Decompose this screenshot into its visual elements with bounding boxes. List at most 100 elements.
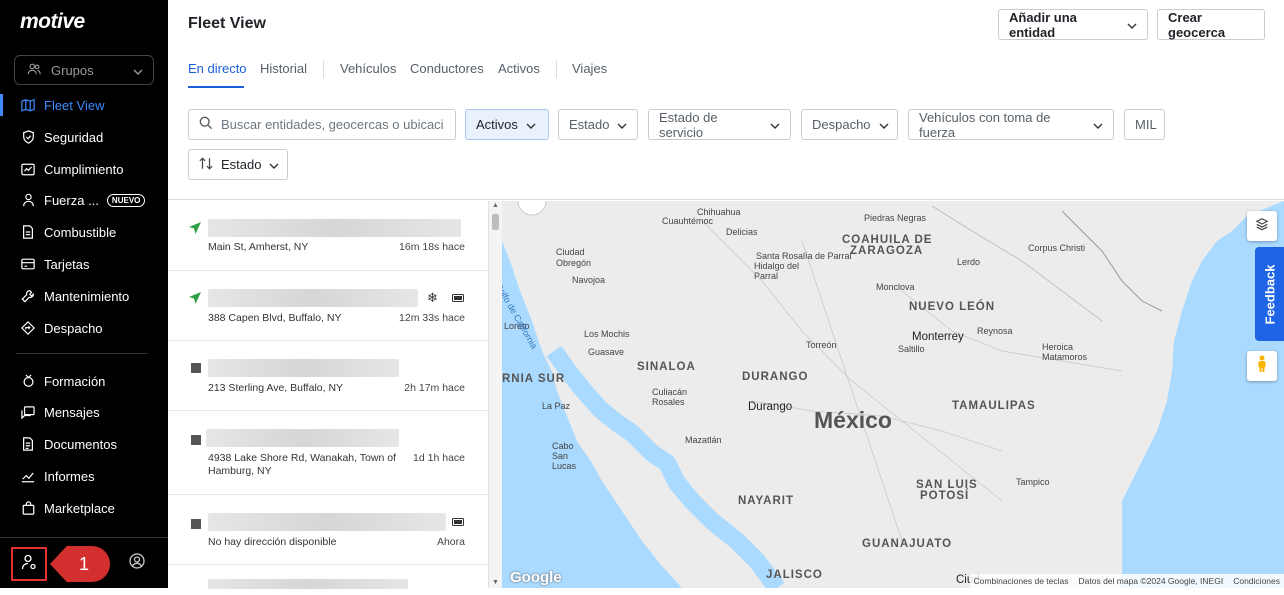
user-settings-icon xyxy=(21,554,37,575)
map-city-label: Lerdo xyxy=(957,257,981,267)
chevron-down-icon xyxy=(1093,117,1103,132)
list-item-address: 388 Capen Blvd, Buffalo, NY xyxy=(208,312,342,324)
chevron-down-icon xyxy=(879,117,889,132)
file-icon xyxy=(20,436,36,452)
map-country-label: México xyxy=(814,407,892,433)
chevron-down-icon xyxy=(770,117,780,132)
tab-activos[interactable]: Activos xyxy=(498,61,540,76)
filter-estado[interactable]: Estado xyxy=(558,109,638,140)
map-layers-button[interactable] xyxy=(1247,211,1277,241)
feedback-button[interactable]: Feedback xyxy=(1255,247,1284,341)
new-badge: NUEVO xyxy=(106,193,146,207)
active-tab-indicator xyxy=(188,86,244,88)
sidebar-item-informes[interactable]: Informes xyxy=(0,461,168,491)
sidebar-item-label: Seguridad xyxy=(44,129,104,145)
map-state-label: RNIA SUR xyxy=(502,373,566,385)
map-city-label: Reynosa xyxy=(977,326,1013,336)
sidebar-item-label: Despacho xyxy=(44,320,103,336)
search-input[interactable]: Buscar entidades, geocercas o ubicaci... xyxy=(188,109,456,140)
tab-en-directo[interactable]: En directo xyxy=(188,61,247,76)
map-city-label: Navojoa xyxy=(572,275,606,285)
filter-mil[interactable]: MIL xyxy=(1124,109,1165,140)
sidebar-item-fleet-view[interactable]: Fleet View xyxy=(0,90,168,120)
list-item-address: 213 Sterling Ave, Buffalo, NY xyxy=(208,382,344,394)
list-item[interactable]: 213 Sterling Ave, Buffalo, NY 2h 17m hac… xyxy=(168,341,488,411)
filter-label: Estado de servicio xyxy=(659,109,718,140)
scroll-up-icon[interactable]: ▲ xyxy=(492,202,499,209)
sort-icon xyxy=(199,156,213,173)
scrollbar-thumb[interactable] xyxy=(492,214,499,230)
battery-icon xyxy=(452,518,464,526)
map-city-label: Santa Rosalía de Parral xyxy=(756,251,852,261)
tab-vehiculos[interactable]: Vehículos xyxy=(340,61,396,76)
sidebar-item-marketplace[interactable]: Marketplace xyxy=(0,493,168,523)
list-item[interactable]: ❄ 388 Capen Blvd, Buffalo, NY 12m 33s ha… xyxy=(168,271,488,341)
page-title: Fleet View xyxy=(188,15,266,32)
sidebar-item-fuerza[interactable]: Fuerza ... NUEVO xyxy=(0,185,168,215)
sidebar-item-mensajes[interactable]: Mensajes xyxy=(0,397,168,427)
list-item-time: Ahora xyxy=(436,536,465,548)
account-icon[interactable] xyxy=(129,553,149,573)
scroll-down-icon[interactable]: ▼ xyxy=(492,579,499,586)
filter-toma-fuerza[interactable]: Vehículos con toma de fuerza xyxy=(908,109,1114,140)
map-city-label: Cuauhtémoc xyxy=(662,216,714,226)
sidebar-item-tarjetas[interactable]: Tarjetas xyxy=(0,249,168,279)
keyboard-shortcuts-link[interactable]: Combinaciones de teclas xyxy=(974,576,1069,586)
add-entity-button[interactable]: Añadir una entidad xyxy=(998,9,1148,40)
sidebar-item-documentos[interactable]: Documentos xyxy=(0,429,168,459)
create-geofence-button[interactable]: Crear geocerca xyxy=(1157,9,1265,40)
list-item[interactable]: 4938 Lake Shore Rd, Wanakah, Town of Ham… xyxy=(168,411,488,495)
motive-logo[interactable]: motive xyxy=(20,10,85,34)
tab-conductores[interactable]: Conductores xyxy=(410,61,484,76)
map-city-label: Cabo San Lucas xyxy=(552,441,577,471)
layers-icon xyxy=(1255,217,1269,236)
stopped-status-icon xyxy=(191,435,201,445)
chevron-down-icon xyxy=(269,157,279,172)
sort-label: Estado xyxy=(221,157,262,172)
map-city-label: Torreón xyxy=(806,340,837,350)
street-view-button[interactable] xyxy=(1247,351,1277,381)
sidebar-item-label: Documentos xyxy=(44,436,117,452)
moving-arrow-icon xyxy=(189,292,201,304)
sidebar-item-mantenimiento[interactable]: Mantenimiento xyxy=(0,281,168,311)
map-state-label: GUANAJUATO xyxy=(862,538,953,550)
filter-estado-servicio[interactable]: Estado de servicio xyxy=(648,109,791,140)
vehicle-name-redacted xyxy=(208,359,399,377)
groups-dropdown[interactable]: Grupos xyxy=(14,55,154,85)
sidebar: motive Grupos Fleet View Seguridad Cumpl… xyxy=(0,0,168,588)
card-icon xyxy=(20,256,36,272)
map-city-label: Culiacán Rosales xyxy=(652,387,688,407)
list-item[interactable]: No hay dirección disponible Ahora xyxy=(168,495,488,565)
sidebar-item-despacho[interactable]: Despacho xyxy=(0,313,168,343)
sidebar-item-formacion[interactable]: Formación xyxy=(0,366,168,396)
filter-despacho[interactable]: Despacho xyxy=(801,109,898,140)
map-city-label: Piedras Negras xyxy=(864,213,927,223)
filter-label: Estado xyxy=(569,117,610,132)
terms-link[interactable]: Condiciones xyxy=(1233,576,1280,586)
sidebar-item-label: Marketplace xyxy=(44,500,115,516)
sort-estado[interactable]: Estado xyxy=(188,149,288,180)
sidebar-item-combustible[interactable]: Combustible xyxy=(0,217,168,247)
list-scrollbar[interactable]: ▲ ▼ xyxy=(488,201,502,588)
sidebar-item-label: Fuerza ... xyxy=(44,192,99,208)
list-item[interactable]: Main St, Amherst, NY 16m 18s hace xyxy=(168,201,488,271)
map-city-label: La Paz xyxy=(542,401,571,411)
tab-historial[interactable]: Historial xyxy=(260,61,307,76)
sidebar-item-label: Mantenimiento xyxy=(44,288,130,304)
groups-label: Grupos xyxy=(51,62,94,78)
tab-viajes[interactable]: Viajes xyxy=(572,61,607,76)
map-state-label: NUEVO LEÓN xyxy=(909,301,996,313)
map-city-label: Heroica Matamoros xyxy=(1042,342,1088,362)
map-state-label: SINALOA xyxy=(637,361,696,373)
map-city-label: Delicias xyxy=(726,227,758,237)
map-city-label: Corpus Christi xyxy=(1028,243,1086,253)
sidebar-item-cumplimiento[interactable]: Cumplimiento xyxy=(0,154,168,184)
list-item-time: 1d 1h hace xyxy=(413,452,465,464)
map-view[interactable]: Chihuahua Cuauhtémoc Delicias Piedras Ne… xyxy=(502,201,1284,588)
list-item[interactable] xyxy=(168,565,488,595)
sidebar-item-seguridad[interactable]: Seguridad xyxy=(0,122,168,152)
list-item-time: 12m 33s hace xyxy=(399,312,465,324)
map-terrain xyxy=(502,201,1284,588)
filter-activos[interactable]: Activos xyxy=(465,109,549,140)
user-settings-button[interactable] xyxy=(11,547,47,581)
